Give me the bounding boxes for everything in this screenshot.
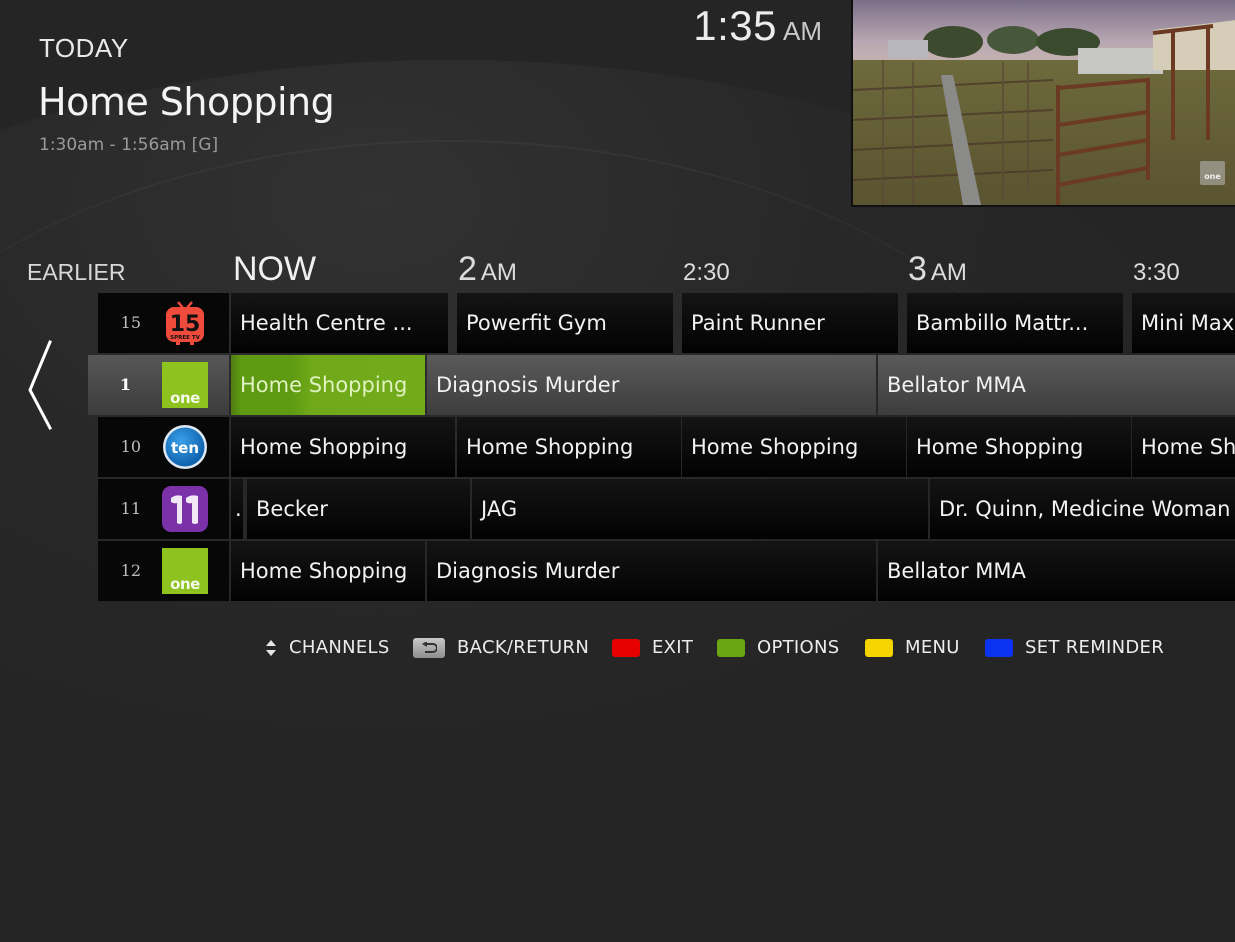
program-cell[interactable]: . bbox=[231, 479, 243, 539]
time-tick-hour: 2 bbox=[458, 250, 477, 288]
program-cell[interactable]: Bellator MMA bbox=[878, 355, 1235, 415]
time-tick: 3:30 bbox=[1133, 259, 1180, 286]
options-hint[interactable]: OPTIONS bbox=[717, 630, 840, 666]
program-cells: Home Shopping Diagnosis Murder Bellator MM… bbox=[231, 541, 1235, 601]
clock-time: 1:35 bbox=[693, 2, 777, 49]
svg-text:15: 15 bbox=[170, 312, 201, 337]
program-cell[interactable]: Paint Runner bbox=[682, 293, 898, 353]
channel-cell[interactable]: 11 bbox=[98, 479, 229, 539]
chevron-left-icon[interactable] bbox=[24, 338, 60, 434]
channel-number: 12 bbox=[120, 561, 141, 580]
menu-label: MENU bbox=[905, 637, 960, 658]
program-time: 1:30am - 1:56am [G] bbox=[39, 135, 219, 155]
program-cell[interactable]: Home Shopping bbox=[1132, 417, 1235, 477]
eleven-logo bbox=[162, 486, 208, 532]
spree-tv-logo: 15 SPREE TV bbox=[162, 300, 208, 346]
time-tick-suffix: AM bbox=[930, 259, 967, 286]
channel-row: 12 one Home Shopping Diagnosis Murder Bellat… bbox=[98, 541, 1235, 601]
program-cells: Home Shopping Home Shopping Home Shopping H… bbox=[231, 417, 1235, 477]
program-cells: Health Centre ... Powerfit Gym Paint Runne… bbox=[231, 293, 1235, 353]
time-tick-hour: 3 bbox=[908, 250, 927, 288]
menu-hint[interactable]: MENU bbox=[865, 630, 960, 666]
footer-legend: CHANNELS BACK/RETURN EXIT OPTIONS MENU S… bbox=[0, 630, 1235, 666]
time-tick: 3 AM bbox=[908, 250, 967, 289]
channel-cell[interactable]: 10 ten bbox=[98, 417, 229, 477]
svg-text:SPREE TV: SPREE TV bbox=[170, 335, 200, 341]
program-title: Home Shopping bbox=[38, 80, 335, 124]
svg-text:one: one bbox=[170, 575, 200, 593]
blue-key-icon bbox=[985, 639, 1013, 657]
program-cell[interactable]: Home Shopping bbox=[682, 417, 906, 477]
program-cell[interactable]: Becker bbox=[247, 479, 470, 539]
channel-cell[interactable]: 12 one bbox=[98, 541, 229, 601]
set-reminder-hint[interactable]: SET REMINDER bbox=[985, 630, 1164, 666]
one-logo: one bbox=[162, 548, 208, 594]
live-tv-preview[interactable]: one bbox=[851, 0, 1235, 207]
program-cells: Home Shopping Diagnosis Murder Bellator MM… bbox=[231, 355, 1235, 415]
channel-cell[interactable]: 1 one bbox=[88, 355, 229, 415]
program-cell[interactable]: JAG bbox=[472, 479, 928, 539]
channels-hint[interactable]: CHANNELS bbox=[265, 630, 390, 666]
clock: 1:35 AM bbox=[693, 2, 822, 50]
day-label: TODAY bbox=[39, 33, 129, 63]
program-cell[interactable]: Health Centre ... bbox=[231, 293, 448, 353]
program-cell[interactable]: Bellator MMA bbox=[878, 541, 1235, 601]
channel-row: 10 ten Home Shopping Home Shopping Home Shop… bbox=[98, 417, 1235, 477]
time-tick-suffix: AM bbox=[480, 259, 517, 286]
time-tick: 2 AM bbox=[458, 250, 517, 289]
program-cell[interactable]: Diagnosis Murder bbox=[427, 541, 876, 601]
program-cell[interactable]: Powerfit Gym bbox=[457, 293, 673, 353]
up-down-arrows-icon bbox=[266, 640, 276, 656]
program-cell[interactable]: Dr. Quinn, Medicine Woman bbox=[930, 479, 1235, 539]
back-return-label: BACK/RETURN bbox=[457, 637, 590, 658]
back-key-icon bbox=[413, 638, 445, 658]
program-cell[interactable]: Home Shopping bbox=[457, 417, 681, 477]
exit-label: EXIT bbox=[652, 637, 694, 658]
red-key-icon bbox=[612, 639, 640, 657]
time-tick: 2:30 bbox=[683, 259, 730, 286]
network-bug: one bbox=[1200, 161, 1225, 185]
preview-image bbox=[853, 0, 1235, 205]
now-label: NOW bbox=[233, 250, 317, 288]
svg-text:one: one bbox=[170, 389, 200, 407]
channel-row: 1 one Home Shopping Diagnosis Murder Bellato… bbox=[88, 355, 1235, 415]
program-cell[interactable]: Mini Max bbox=[1132, 293, 1235, 353]
program-cell[interactable]: Home Shopping bbox=[231, 417, 455, 477]
back-return-hint[interactable]: BACK/RETURN bbox=[413, 630, 589, 666]
channels-label: CHANNELS bbox=[289, 637, 390, 658]
channel-row: 15 15 SPREE TV Health Centre ... Powerfit Gy… bbox=[98, 293, 1235, 353]
channel-cell[interactable]: 15 15 SPREE TV bbox=[98, 293, 229, 353]
green-key-icon bbox=[717, 639, 745, 657]
yellow-key-icon bbox=[865, 639, 893, 657]
clock-ampm: AM bbox=[783, 16, 822, 46]
exit-hint[interactable]: EXIT bbox=[612, 630, 693, 666]
channel-number: 1 bbox=[119, 375, 131, 394]
channel-row: 11. Becker JAG Dr. Quinn, Medicine Woman bbox=[98, 479, 1235, 539]
program-cells: . Becker JAG Dr. Quinn, Medicine Woman bbox=[231, 479, 1235, 539]
channel-number: 10 bbox=[120, 437, 141, 456]
program-cell[interactable]: Home Shopping bbox=[231, 541, 425, 601]
channel-number: 11 bbox=[120, 499, 141, 518]
svg-text:ten: ten bbox=[171, 439, 199, 457]
ten-logo: ten bbox=[162, 424, 208, 470]
set-reminder-label: SET REMINDER bbox=[1025, 637, 1165, 658]
program-cell[interactable]: Home Shopping bbox=[907, 417, 1131, 477]
program-cell-focused[interactable]: Home Shopping bbox=[231, 355, 425, 415]
program-cell[interactable]: Diagnosis Murder bbox=[427, 355, 876, 415]
earlier-button[interactable]: EARLIER bbox=[27, 259, 125, 286]
channel-number: 15 bbox=[120, 313, 141, 332]
program-cell[interactable]: Bambillo Mattr... bbox=[907, 293, 1123, 353]
options-label: OPTIONS bbox=[757, 637, 840, 658]
one-logo: one bbox=[162, 362, 208, 408]
